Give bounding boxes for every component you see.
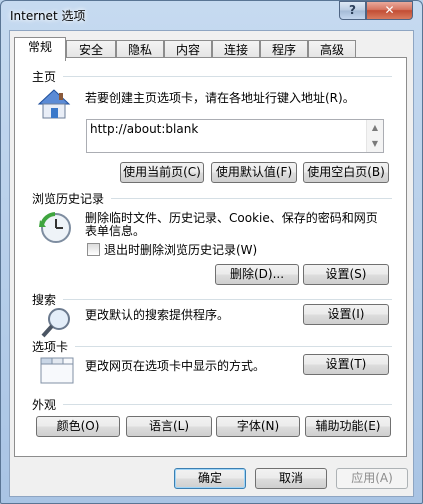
internet-options-dialog: Internet 选项 ? ✕ 常规 安全 隐私 内容 连接 程序 高级 主页: [0, 0, 423, 504]
delete-history-button[interactable]: 删除(D)...: [215, 264, 299, 285]
use-default-button[interactable]: 使用默认值(F): [211, 162, 297, 183]
tabbed-window-icon: [40, 354, 74, 384]
search-description: 更改默认的搜索提供程序。: [85, 308, 230, 322]
homepage-address-value: http://about:blank: [90, 122, 199, 136]
search-divider: [63, 299, 392, 300]
window-title: Internet 选项: [10, 9, 86, 23]
history-divider: [111, 198, 392, 199]
history-settings-button[interactable]: 设置(S): [303, 264, 389, 285]
homepage-divider: [63, 76, 392, 77]
search-settings-button[interactable]: 设置(I): [303, 304, 389, 325]
delete-on-exit-checkbox[interactable]: [87, 243, 100, 256]
colors-button[interactable]: 颜色(O): [36, 416, 120, 437]
appearance-divider: [63, 404, 392, 405]
fonts-button[interactable]: 字体(N): [216, 416, 300, 437]
clock-arrow-icon: [39, 211, 73, 245]
history-description-line2: 表单信息。: [85, 224, 146, 238]
apply-button[interactable]: 应用(A): [336, 468, 408, 489]
tabs-section-label: 选项卡: [32, 340, 69, 354]
homepage-scrollbar[interactable]: ▲ ▼: [366, 120, 383, 152]
delete-on-exit-label[interactable]: 退出时删除浏览历史记录(W): [104, 243, 257, 257]
magnifier-icon: [40, 306, 74, 340]
dialog-client-area: 常规 安全 隐私 内容 连接 程序 高级 主页 若要创建主页选项卡，请在各地址行…: [9, 30, 414, 497]
general-tab-panel: 主页 若要创建主页选项卡，请在各地址行键入地址(R)。 http://about…: [14, 57, 407, 457]
appearance-section-label: 外观: [32, 398, 57, 412]
scroll-down-icon[interactable]: ▼: [367, 136, 383, 152]
use-current-button[interactable]: 使用当前页(C): [120, 162, 204, 183]
house-icon: [37, 88, 71, 120]
tabs-settings-button[interactable]: 设置(T): [303, 354, 389, 375]
tab-general[interactable]: 常规: [14, 37, 66, 61]
use-blank-button[interactable]: 使用空白页(B): [303, 162, 389, 183]
history-section-label: 浏览历史记录: [32, 192, 105, 206]
ok-button[interactable]: 确定: [174, 468, 246, 489]
title-bar[interactable]: Internet 选项 ? ✕: [1, 1, 422, 29]
scroll-up-icon[interactable]: ▲: [367, 120, 383, 136]
homepage-section-label: 主页: [32, 70, 57, 84]
cancel-button[interactable]: 取消: [255, 468, 327, 489]
help-button[interactable]: ?: [339, 1, 366, 20]
homepage-address-box[interactable]: http://about:blank ▲ ▼: [86, 119, 384, 153]
languages-button[interactable]: 语言(L): [126, 416, 212, 437]
history-description-line1: 删除临时文件、历史记录、Cookie、保存的密码和网页: [85, 211, 378, 225]
tabs-divider: [75, 346, 392, 347]
accessibility-button[interactable]: 辅助功能(E): [305, 416, 391, 437]
close-button[interactable]: ✕: [366, 1, 413, 20]
tabs-description: 更改网页在选项卡中显示的方式。: [85, 359, 266, 373]
homepage-description: 若要创建主页选项卡，请在各地址行键入地址(R)。: [85, 91, 355, 105]
